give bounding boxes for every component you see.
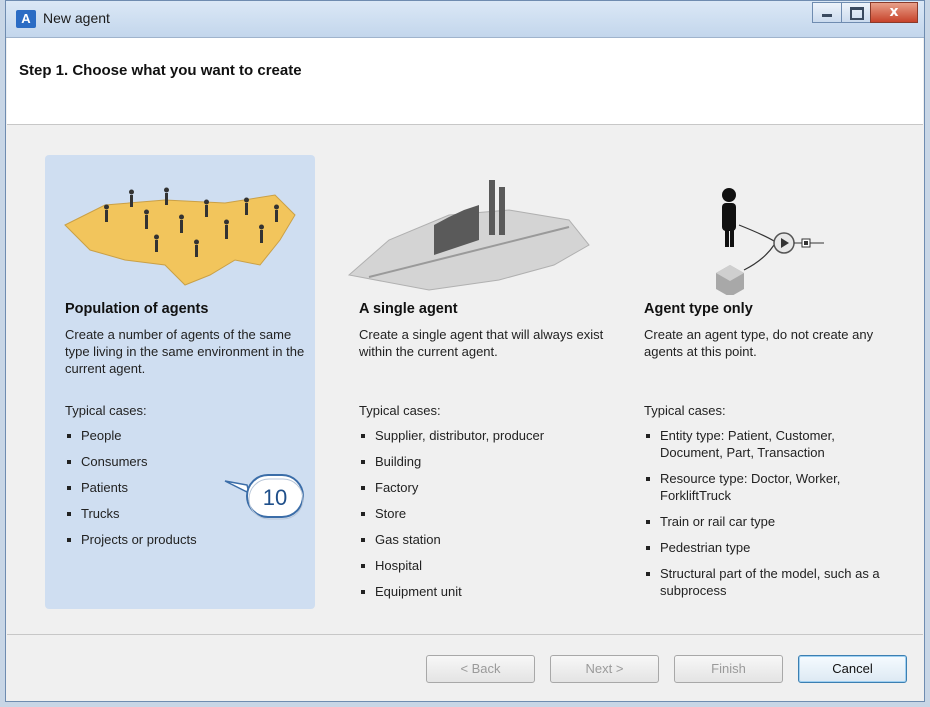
option-single-agent[interactable]: A single agent Create a single agent tha… (339, 155, 609, 609)
panel-description: Create a single agent that will always e… (359, 327, 604, 359)
callout-number: 10 (263, 485, 287, 510)
maximize-button[interactable] (841, 2, 871, 23)
list-item: Structural part of the model, such as a … (646, 565, 900, 599)
callout-bubble: 10 (224, 474, 304, 520)
typical-cases-label: Typical cases: (359, 403, 441, 418)
anylogic-app-icon: A (16, 10, 36, 28)
list-item: Entity type: Patient, Customer, Document… (646, 427, 900, 461)
new-agent-dialog: A New agent x Step 1. Choose what you wa… (5, 0, 925, 702)
typical-cases-label: Typical cases: (65, 403, 147, 418)
minimize-icon (822, 14, 832, 17)
footer-divider (7, 634, 923, 635)
agent-type-illustration (716, 188, 824, 295)
list-item: People (67, 427, 321, 444)
list-item: Building (361, 453, 615, 470)
list-item: Pedestrian type (646, 539, 900, 556)
cancel-button[interactable]: Cancel (798, 655, 907, 683)
list-item: Equipment unit (361, 583, 615, 600)
typical-cases-label: Typical cases: (644, 403, 726, 418)
list-item: Gas station (361, 531, 615, 548)
close-icon: x (889, 4, 899, 20)
close-button[interactable]: x (870, 2, 918, 23)
back-button[interactable]: < Back (426, 655, 535, 683)
step-title: Step 1. Choose what you want to create (19, 62, 302, 79)
list-item: Hospital (361, 557, 615, 574)
options-area: Population of agents Create a number of … (7, 125, 923, 633)
panel-title: A single agent (359, 301, 458, 317)
option-agent-type-only[interactable]: Agent type only Create an agent type, do… (624, 155, 894, 609)
typical-cases-list: Entity type: Patient, Customer, Document… (646, 427, 900, 608)
typical-cases-list: Supplier, distributor, producer Building… (361, 427, 615, 609)
panel-description: Create an agent type, do not create any … (644, 327, 874, 359)
title-bar[interactable]: A New agent x (6, 1, 924, 38)
population-map-illustration (64, 187, 296, 286)
finish-button[interactable]: Finish (674, 655, 783, 683)
panel-description: Create a number of agents of the same ty… (65, 327, 305, 376)
minimize-button[interactable] (812, 2, 842, 23)
list-item: Resource type: Doctor, Worker, ForkliftT… (646, 470, 900, 504)
panel-title: Agent type only (644, 301, 753, 317)
factory-illustration (347, 180, 590, 291)
wizard-header: Step 1. Choose what you want to create (7, 38, 923, 125)
panel-title: Population of agents (65, 301, 209, 317)
window-title: New agent (43, 10, 110, 26)
list-item: Factory (361, 479, 615, 496)
list-item: Store (361, 505, 615, 522)
list-item: Train or rail car type (646, 513, 900, 530)
next-button[interactable]: Next > (550, 655, 659, 683)
maximize-icon (850, 7, 864, 20)
list-item: Supplier, distributor, producer (361, 427, 615, 444)
